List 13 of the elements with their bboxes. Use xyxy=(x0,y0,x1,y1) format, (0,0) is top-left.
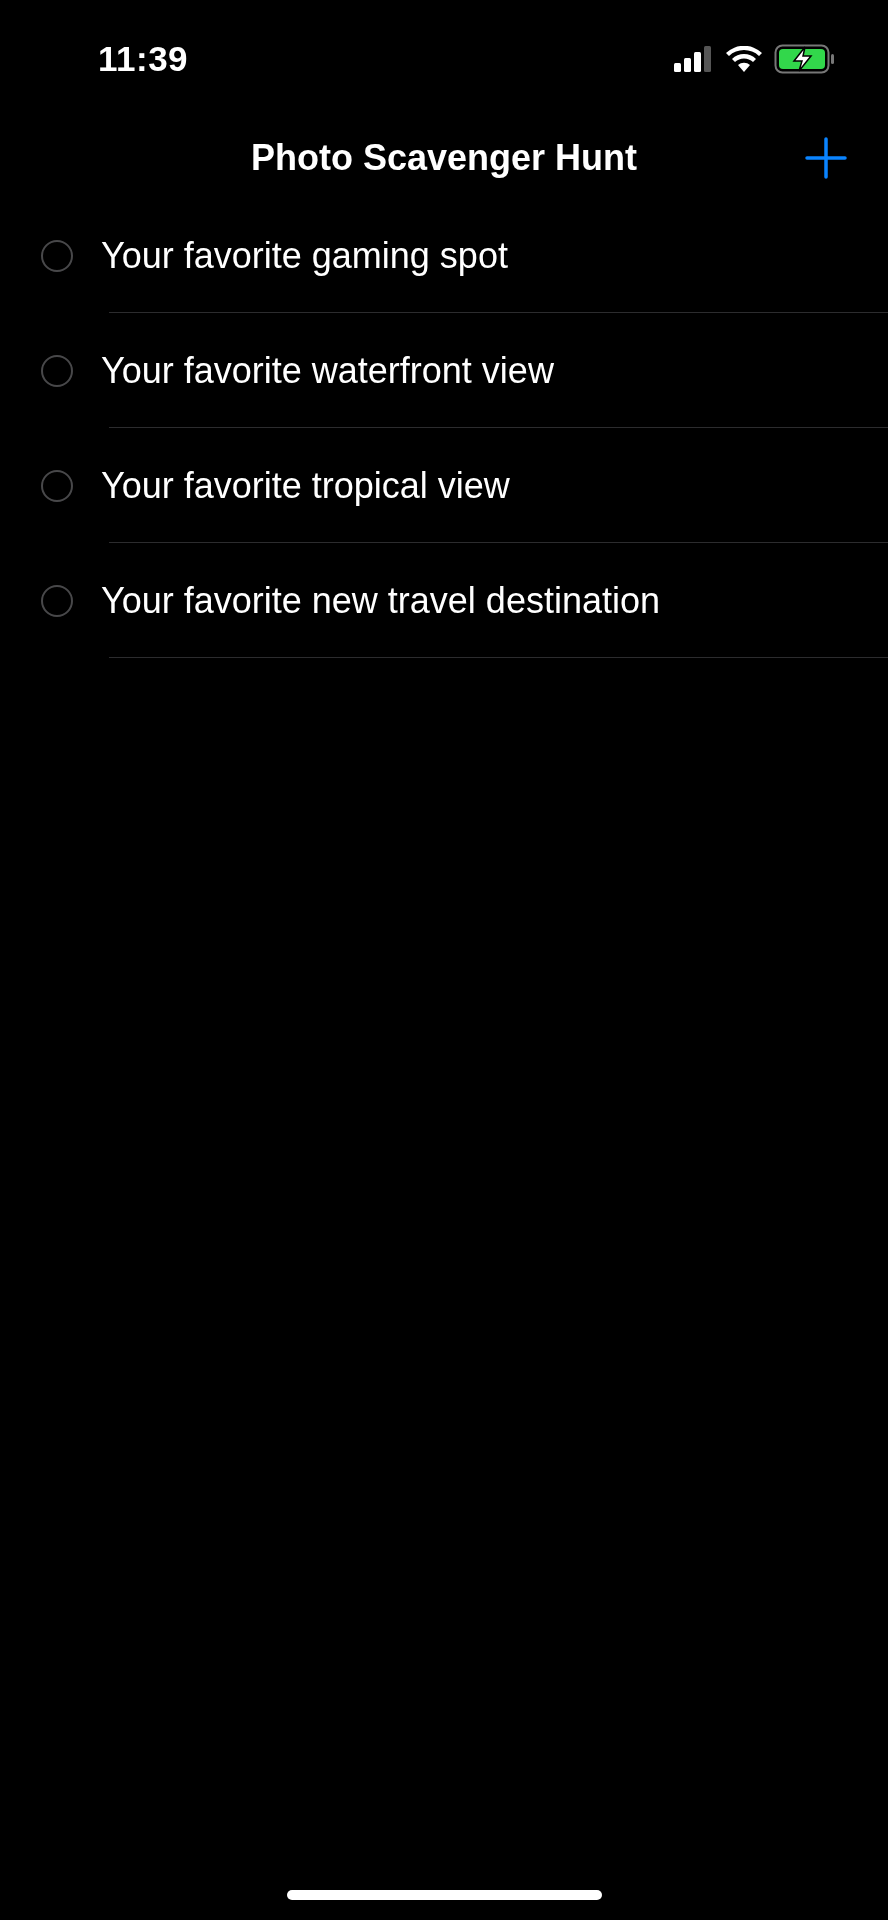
signal-icon xyxy=(674,46,714,72)
nav-title: Photo Scavenger Hunt xyxy=(250,137,638,179)
checkbox-circle[interactable] xyxy=(41,584,73,617)
wifi-icon xyxy=(726,46,762,72)
task-title[interactable]: Your favorite gaming spot xyxy=(101,234,508,277)
checkbox-circle[interactable] xyxy=(41,354,73,387)
task-title[interactable]: Your favorite tropical view xyxy=(101,464,510,507)
task-title[interactable]: Your favorite waterfront view xyxy=(101,349,554,392)
checkbox-circle[interactable] xyxy=(41,469,73,502)
add-button[interactable] xyxy=(804,136,848,180)
task-title[interactable]: Your favorite new travel destination xyxy=(101,579,660,622)
checkbox-circle[interactable] xyxy=(41,239,73,272)
status-time: 11:39 xyxy=(98,39,189,79)
